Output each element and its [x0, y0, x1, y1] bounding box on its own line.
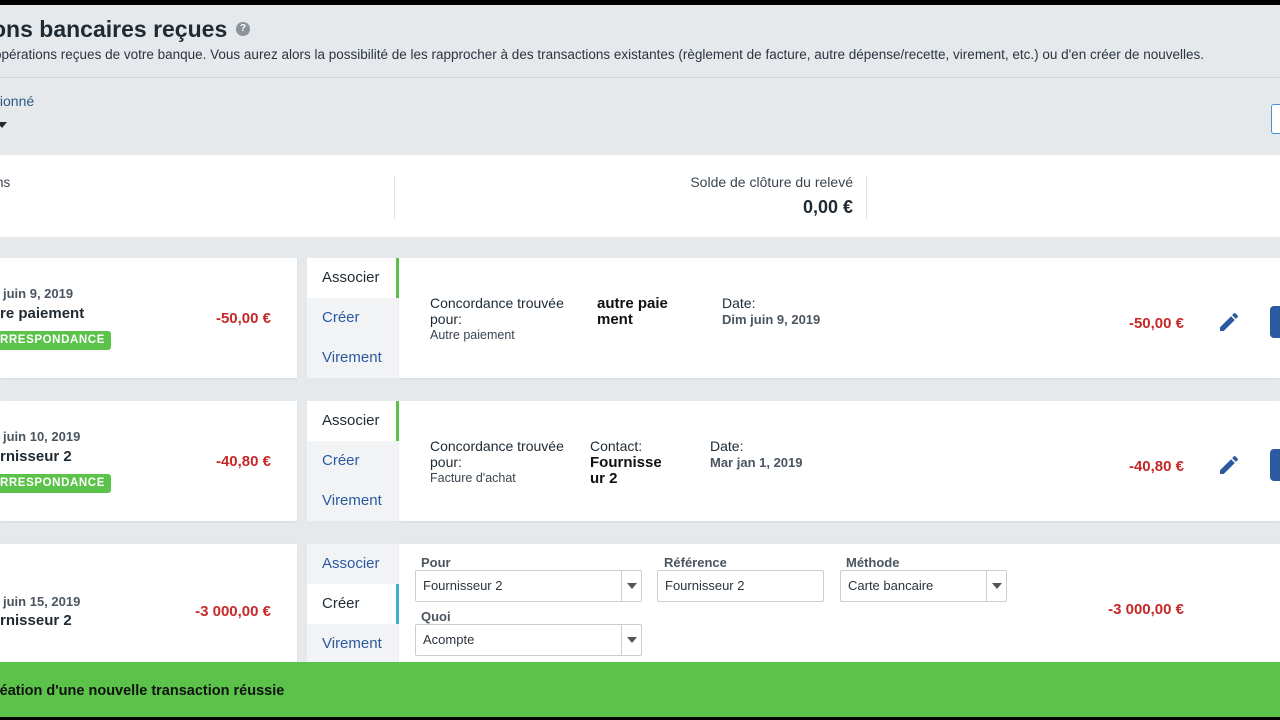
quoi-select[interactable]: Acompte — [415, 624, 642, 656]
transaction-date: juin 10, 2019 — [3, 429, 81, 444]
pour-label: Pour — [421, 555, 451, 570]
chevron-down-icon[interactable] — [986, 571, 1006, 601]
summary-divider — [866, 177, 867, 219]
match-amount: -40,80 € — [1128, 458, 1184, 475]
methode-select-value: Carte bancaire — [848, 578, 934, 593]
reference-input[interactable]: Fournisseur 2 — [657, 570, 824, 602]
contact-label: Contact: — [590, 438, 643, 454]
match-type: Facture d'achat — [430, 471, 516, 485]
match-date-value: Mar jan 1, 2019 — [710, 455, 803, 470]
transaction-amount: -40,80 € — [215, 453, 271, 470]
pour-select-value: Fournisseur 2 — [423, 578, 503, 593]
account-selector-label[interactable]: tionné — [0, 93, 34, 109]
row-tabs: Associer Créer Virement — [307, 258, 399, 378]
tab-associate[interactable]: Associer — [307, 544, 399, 584]
chevron-down-icon[interactable] — [621, 571, 641, 601]
pour-select[interactable]: Fournisseur 2 — [415, 570, 642, 602]
transaction-amount: -50,00 € — [215, 310, 271, 327]
pencil-icon[interactable] — [1217, 453, 1241, 477]
tab-associate[interactable]: Associer — [307, 258, 399, 298]
chevron-down-icon[interactable] — [0, 122, 7, 128]
help-icon[interactable]: ? — [236, 22, 250, 36]
create-transaction-form: Pour Fournisseur 2 Référence Fournisseur… — [399, 544, 1280, 664]
page-title: ons bancaires reçues — [0, 16, 228, 42]
header-divider — [0, 77, 1280, 78]
methode-select[interactable]: Carte bancaire — [840, 570, 1007, 602]
match-badge: RRESPONDANCE — [0, 474, 111, 493]
match-badge: RRESPONDANCE — [0, 331, 111, 350]
match-value: autre paie ment — [597, 295, 668, 328]
summary-left-label: ns — [0, 175, 11, 190]
row-tabs: Associer Créer Virement — [307, 401, 399, 521]
summary-divider — [394, 177, 395, 219]
match-date-label: Date: — [722, 295, 756, 311]
bank-transaction-row[interactable]: juin 9, 2019 re paiement RRESPONDANCE -5… — [0, 258, 297, 378]
tab-create[interactable]: Créer — [307, 441, 399, 481]
reference-label: Référence — [664, 555, 727, 570]
success-toast[interactable]: réation d'une nouvelle transaction réuss… — [0, 662, 1280, 717]
pencil-icon[interactable] — [1217, 310, 1241, 334]
statement-summary: ns Solde de clôture du relevé 0,00 € — [0, 155, 1280, 237]
methode-label: Méthode — [846, 555, 900, 570]
app-window: ons bancaires reçues ? opérations reçues… — [0, 5, 1280, 717]
bank-transaction-row[interactable]: juin 15, 2019 rnisseur 2 -3 000,00 € — [0, 544, 297, 664]
chevron-down-icon[interactable] — [621, 625, 641, 655]
transaction-amount: -3 000,00 € — [1108, 601, 1184, 618]
contact-value: Fournisse ur 2 — [590, 454, 662, 487]
transaction-label: rnisseur 2 — [0, 448, 72, 465]
tab-transfer[interactable]: Virement — [307, 481, 399, 521]
transaction-label: rnisseur 2 — [0, 612, 72, 629]
quoi-select-value: Acompte — [423, 632, 475, 647]
tab-transfer[interactable]: Virement — [307, 338, 399, 378]
closing-balance-label: Solde de clôture du relevé — [690, 174, 853, 190]
toast-message: réation d'une nouvelle transaction réuss… — [0, 683, 285, 699]
transaction-amount: -3 000,00 € — [195, 603, 271, 620]
tab-create[interactable]: Créer — [307, 584, 399, 624]
match-found-label: Concordance trouvée pour: — [430, 438, 564, 470]
validate-button[interactable] — [1270, 449, 1280, 481]
page-description: opérations reçues de votre banque. Vous … — [0, 47, 1205, 62]
tab-transfer[interactable]: Virement — [307, 624, 399, 664]
match-detail-panel: Concordance trouvée pour: Facture d'acha… — [399, 401, 1280, 521]
match-date-value: Dim juin 9, 2019 — [722, 312, 821, 327]
transaction-date: juin 15, 2019 — [3, 594, 81, 609]
transaction-label: re paiement — [0, 305, 85, 322]
match-type: Autre paiement — [430, 328, 515, 342]
match-amount: -50,00 € — [1128, 315, 1184, 332]
match-found-label: Concordance trouvée pour: — [430, 295, 564, 327]
tab-create[interactable]: Créer — [307, 298, 399, 338]
toolbar-button[interactable] — [1271, 104, 1280, 134]
row-tabs: Associer Créer Virement — [307, 544, 399, 664]
tab-associate[interactable]: Associer — [307, 401, 399, 441]
transaction-date: juin 9, 2019 — [3, 286, 74, 301]
quoi-label: Quoi — [421, 609, 451, 624]
validate-button[interactable] — [1270, 306, 1280, 338]
match-detail-panel: Concordance trouvée pour: Autre paiement… — [399, 258, 1280, 378]
bank-transaction-row[interactable]: juin 10, 2019 rnisseur 2 RRESPONDANCE -4… — [0, 401, 297, 521]
closing-balance-value: 0,00 € — [802, 197, 853, 217]
match-date-label: Date: — [710, 438, 744, 454]
